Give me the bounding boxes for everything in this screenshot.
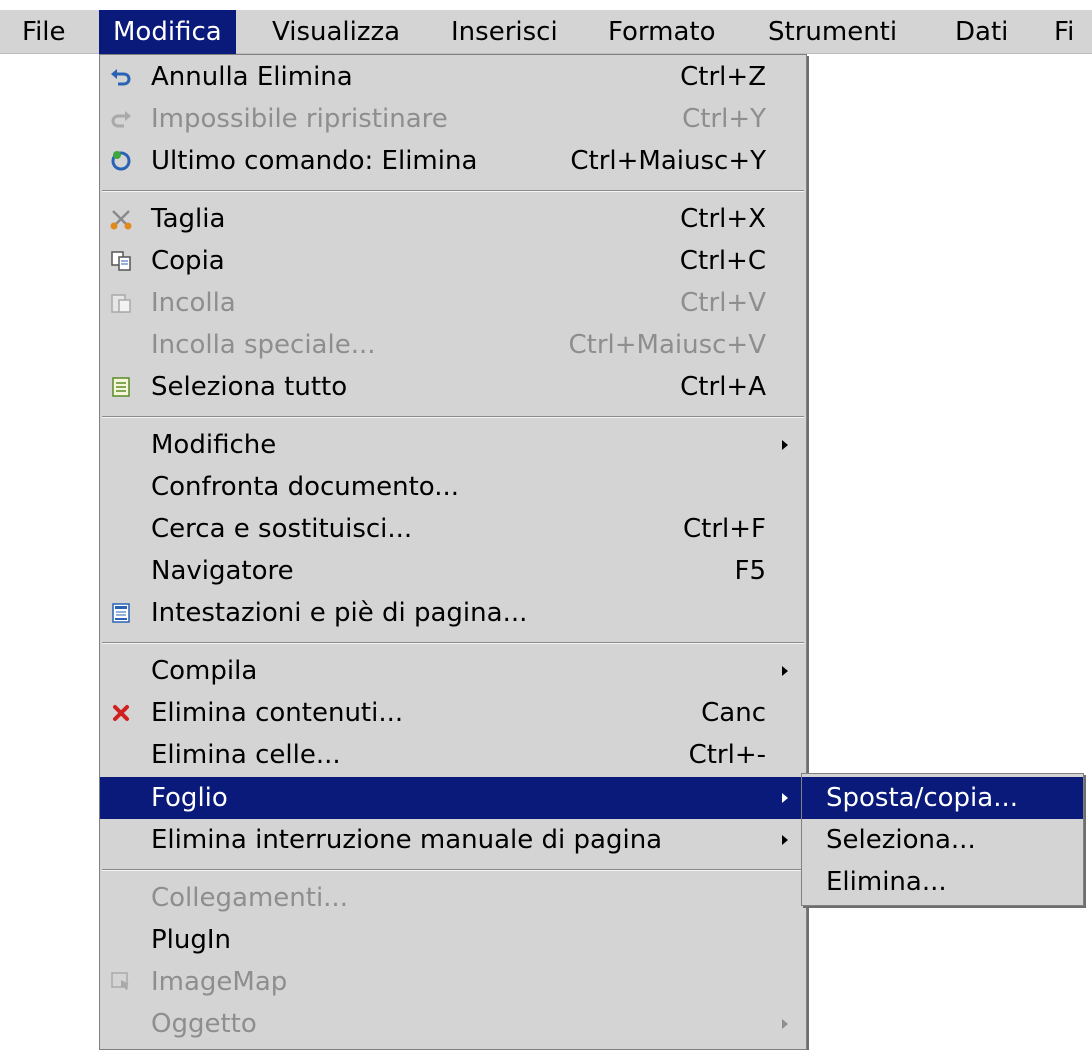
menu-item-elimina-interruzione[interactable]: Elimina interruzione manuale di pagina <box>100 819 806 861</box>
menu-item-taglia[interactable]: Taglia Ctrl+X <box>100 198 806 240</box>
menu-file[interactable]: File <box>8 10 80 54</box>
menu-item-incolla-speciale[interactable]: Incolla speciale... Ctrl+Maiusc+V <box>100 324 806 366</box>
menu-item-compila[interactable]: Compila <box>100 650 806 692</box>
separator <box>102 642 804 644</box>
header-footer-icon <box>108 600 134 626</box>
menu-item-navigatore[interactable]: Navigatore F5 <box>100 550 806 592</box>
menu-item-plugin[interactable]: PlugIn <box>100 919 806 961</box>
scissors-icon <box>108 206 134 232</box>
submenu-arrow-icon <box>782 793 788 803</box>
menu-item-imagemap[interactable]: ImageMap <box>100 961 806 1003</box>
submenu-arrow-icon <box>782 1019 788 1029</box>
menu-item-oggetto[interactable]: Oggetto <box>100 1003 806 1045</box>
select-all-icon <box>108 374 134 400</box>
menu-dati[interactable]: Dati <box>941 10 1022 54</box>
menu-finestra[interactable]: Fi <box>1040 10 1088 54</box>
submenu-arrow-icon <box>782 835 788 845</box>
undo-icon <box>108 64 134 90</box>
repeat-icon <box>108 148 134 174</box>
separator <box>102 869 804 871</box>
submenu-arrow-icon <box>782 440 788 450</box>
submenu-item-sposta-copia[interactable]: Sposta/copia... <box>802 777 1083 819</box>
menu-inserisci[interactable]: Inserisci <box>437 10 572 54</box>
menu-visualizza[interactable]: Visualizza <box>258 10 414 54</box>
sheet-submenu: Sposta/copia... Seleziona... Elimina... <box>801 773 1084 906</box>
submenu-item-seleziona[interactable]: Seleziona... <box>802 819 1083 861</box>
copy-icon <box>108 248 134 274</box>
separator <box>102 416 804 418</box>
menu-item-collegamenti[interactable]: Collegamenti... <box>100 877 806 919</box>
menu-item-elimina-contenuti[interactable]: Elimina contenuti... Canc <box>100 692 806 734</box>
menu-formato[interactable]: Formato <box>594 10 730 54</box>
menu-item-elimina-celle[interactable]: Elimina celle... Ctrl+- <box>100 734 806 776</box>
menu-bar: File Modifica Visualizza Inserisci Forma… <box>0 10 1092 54</box>
menu-item-modifiche[interactable]: Modifiche <box>100 424 806 466</box>
delete-x-icon <box>108 700 134 726</box>
menu-item-cerca-sostituisci[interactable]: Cerca e sostituisci... Ctrl+F <box>100 508 806 550</box>
menu-item-confronta-documento[interactable]: Confronta documento... <box>100 466 806 508</box>
menu-item-ripristina[interactable]: Impossibile ripristinare Ctrl+Y <box>100 98 806 140</box>
menu-item-annulla[interactable]: Annulla Elimina Ctrl+Z <box>100 56 806 98</box>
paste-icon <box>108 290 134 316</box>
separator <box>102 190 804 192</box>
menu-item-ultimo-comando[interactable]: Ultimo comando: Elimina Ctrl+Maiusc+Y <box>100 140 806 182</box>
menu-item-intestazioni[interactable]: Intestazioni e piè di pagina... <box>100 592 806 634</box>
submenu-arrow-icon <box>782 666 788 676</box>
menu-strumenti[interactable]: Strumenti <box>754 10 911 54</box>
menu-item-incolla[interactable]: Incolla Ctrl+V <box>100 282 806 324</box>
menu-item-foglio[interactable]: Foglio <box>100 777 806 819</box>
menu-modifica[interactable]: Modifica <box>99 10 236 54</box>
menu-item-seleziona-tutto[interactable]: Seleziona tutto Ctrl+A <box>100 366 806 408</box>
menu-item-copia[interactable]: Copia Ctrl+C <box>100 240 806 282</box>
redo-icon <box>108 106 134 132</box>
submenu-item-elimina[interactable]: Elimina... <box>802 861 1083 903</box>
imagemap-icon <box>108 969 134 995</box>
edit-menu: Annulla Elimina Ctrl+Z Impossibile ripri… <box>99 54 807 1050</box>
